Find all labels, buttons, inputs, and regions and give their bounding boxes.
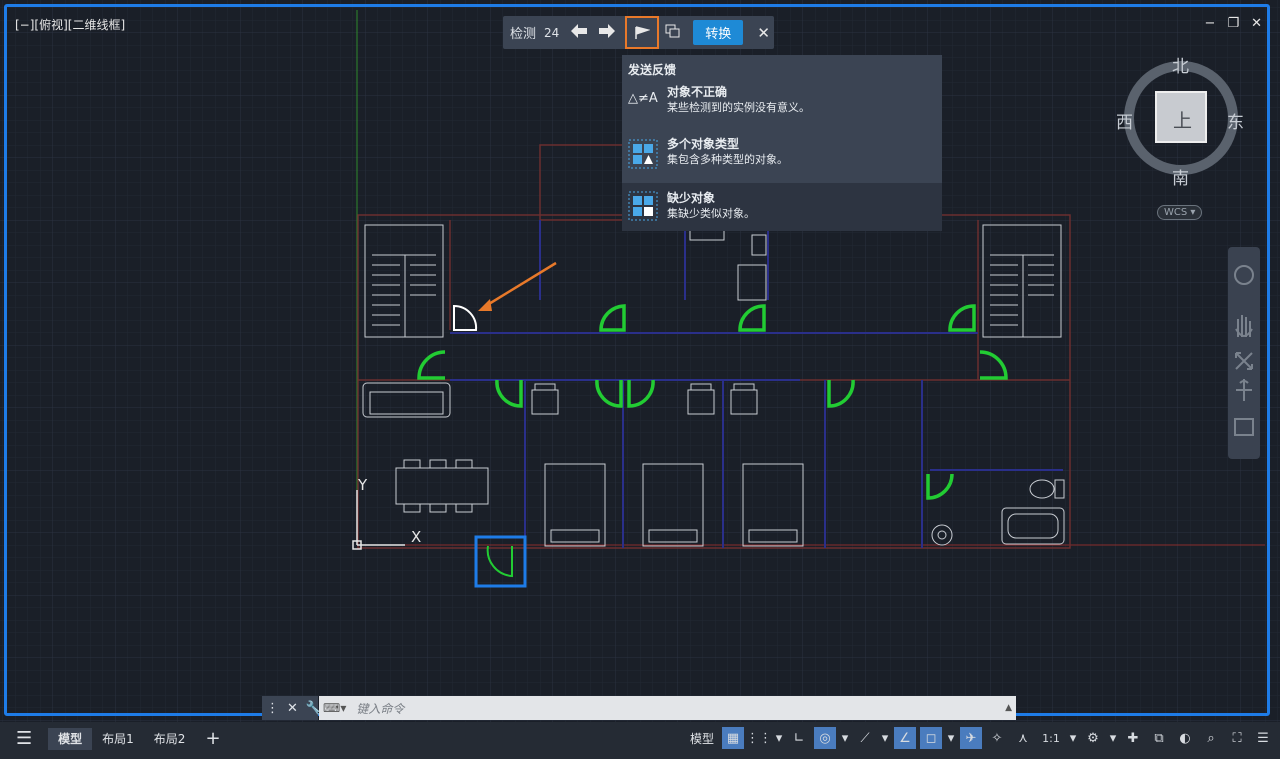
zoom-extents-icon [1235,352,1253,370]
chevron-down-icon[interactable]: ▾ [946,727,956,749]
command-prompt-icon[interactable]: ⌨▾ [323,701,346,715]
chevron-down-icon[interactable]: ▾ [1068,727,1078,749]
close-icon[interactable]: ✕ [1251,16,1262,31]
orbit-icon [1236,379,1252,401]
workspace-icon[interactable]: ⧉ [1148,727,1170,749]
menu-item-multiple-types[interactable]: 多个对象类型 集包含多种类型的对象。 [622,135,942,179]
close-icon[interactable]: ✕ [287,701,298,716]
close-detect-icon[interactable]: ✕ [757,24,770,42]
menu-item-desc: 集缺少类似对象。 [667,207,755,220]
isolate-icon[interactable]: ◐ [1174,727,1196,749]
ucs-x-label: X [411,528,422,546]
ucs-y-label: Y [358,476,368,494]
menu-item-desc: 某些检测到的实例没有意义。 [667,101,810,114]
viewport-window-controls: − ❐ ✕ [1205,16,1262,31]
navigation-bar [1228,247,1260,459]
showmotion-icon [1234,418,1254,436]
status-toggles: 模型 ▦ ⋮⋮ ▾ ∟ ◎ ▾ ⟋ ▾ ∠ ◻ ▾ ✈ ✧ ⋏ 1:1 ▾ ⚙ … [690,727,1274,749]
menu-item-missing-object[interactable]: 缺少对象 集缺少类似对象。 [622,183,942,231]
detect-count: 24 [544,25,560,40]
customize-icon[interactable]: ☰ [1252,727,1274,749]
object-snap-icon[interactable]: ◻ [920,727,942,749]
flag-icon[interactable] [625,16,660,49]
detect-label: 检测 [510,27,537,42]
pan-icon [1235,315,1253,337]
annotation-visibility-icon[interactable]: ✈ [960,727,982,749]
scale-dropdown[interactable]: 1:1 [1038,727,1064,749]
chevron-down-icon[interactable]: ▾ [880,727,890,749]
compass-west[interactable]: 西 [1116,108,1133,133]
command-input[interactable]: ⌨▾ 键入命令 ▲ [319,696,1016,720]
arrow-left-icon[interactable] [565,23,593,42]
annotation-scale-icon[interactable]: ⋏ [1012,727,1034,749]
gear-icon[interactable]: ⚙ [1082,727,1104,749]
viewcube[interactable]: 北 南 东 西 上 [1110,50,1250,230]
plus-icon[interactable]: ✚ [1122,727,1144,749]
missing-object-icon [628,191,658,221]
svg-text:△≠A: △≠A [628,91,658,106]
not-equal-icon: △≠A [628,87,658,117]
feedback-menu-header: 发送反馈 [628,63,677,77]
layout-tabs: ☰ 模型 布局1 布局2 + [0,722,231,755]
feedback-menu: 发送反馈 △≠A 对象不正确 某些检测到的实例没有意义。 多个对象类型 集包含多… [622,55,942,231]
chevron-up-icon[interactable]: ▲ [1005,703,1012,713]
isodraft-icon[interactable]: ⟋ [854,727,876,749]
compass-south[interactable]: 南 [1172,164,1189,189]
clean-screen-icon[interactable]: ⛶ [1226,727,1248,749]
grid-icon[interactable]: ▦ [722,727,744,749]
object-snap-tracking-icon[interactable]: ∠ [894,727,916,749]
hardware-acceleration-icon[interactable]: ⌕ [1200,727,1222,749]
viewcube-face-label[interactable]: 上 [1173,106,1192,133]
menu-item-title: 对象不正确 [667,85,728,99]
compass-east[interactable]: 东 [1227,108,1244,133]
ortho-icon[interactable]: ∟ [788,727,810,749]
command-line: ⋮ ✕ 🔧 ⌨▾ 键入命令 ▲ [262,696,1016,720]
hamburger-menu-icon[interactable]: ☰ [0,728,48,749]
chevron-down-icon[interactable]: ▾ [774,727,784,749]
command-line-controls: ⋮ ✕ 🔧 [262,696,322,720]
command-placeholder: 键入命令 [356,701,405,716]
tab-layout2[interactable]: 布局2 [144,730,196,747]
auto-scale-icon[interactable]: ✧ [986,727,1008,749]
detect-toolbar: 检测 24 转换 ✕ [503,16,774,49]
restore-icon[interactable]: ❐ [1227,16,1239,31]
wcs-menu[interactable]: WCS ▾ [1157,205,1203,220]
status-bar: ☰ 模型 布局1 布局2 + 模型 ▦ ⋮⋮ ▾ ∟ ◎ ▾ ⟋ ▾ ∠ ◻ ▾… [0,722,1280,759]
viewport-label[interactable]: [−][俯视][二维线框] [15,16,125,33]
arrow-right-icon[interactable] [593,23,621,42]
menu-item-title: 缺少对象 [667,191,716,205]
drawing-viewport[interactable]: Y X [−][俯视][二维线框] − ❐ ✕ 检测 24 转换 ✕ 发送反馈 … [0,0,1280,722]
minimize-icon[interactable]: − [1205,16,1216,31]
convert-button[interactable]: 转换 [693,20,744,45]
menu-item-incorrect-object[interactable]: △≠A 对象不正确 某些检测到的实例没有意义。 [622,83,942,127]
model-space-toggle[interactable]: 模型 [690,730,714,747]
snap-icon[interactable]: ⋮⋮ [746,727,772,749]
tab-layout1[interactable]: 布局1 [92,730,144,747]
grip-icon[interactable]: ⋮ [266,701,279,716]
chevron-down-icon[interactable]: ▾ [1108,727,1118,749]
copy-icon[interactable] [659,24,687,42]
tab-model[interactable]: 模型 [48,727,93,750]
steering-wheel-icon [1234,265,1254,285]
mixed-objects-icon [628,139,658,169]
add-layout-button[interactable]: + [195,728,230,749]
menu-item-desc: 集包含多种类型的对象。 [667,153,788,166]
menu-item-title: 多个对象类型 [667,137,740,151]
polar-tracking-icon[interactable]: ◎ [814,727,836,749]
compass-north[interactable]: 北 [1172,52,1189,77]
chevron-down-icon[interactable]: ▾ [840,727,850,749]
wcs-label: WCS [1164,207,1188,218]
